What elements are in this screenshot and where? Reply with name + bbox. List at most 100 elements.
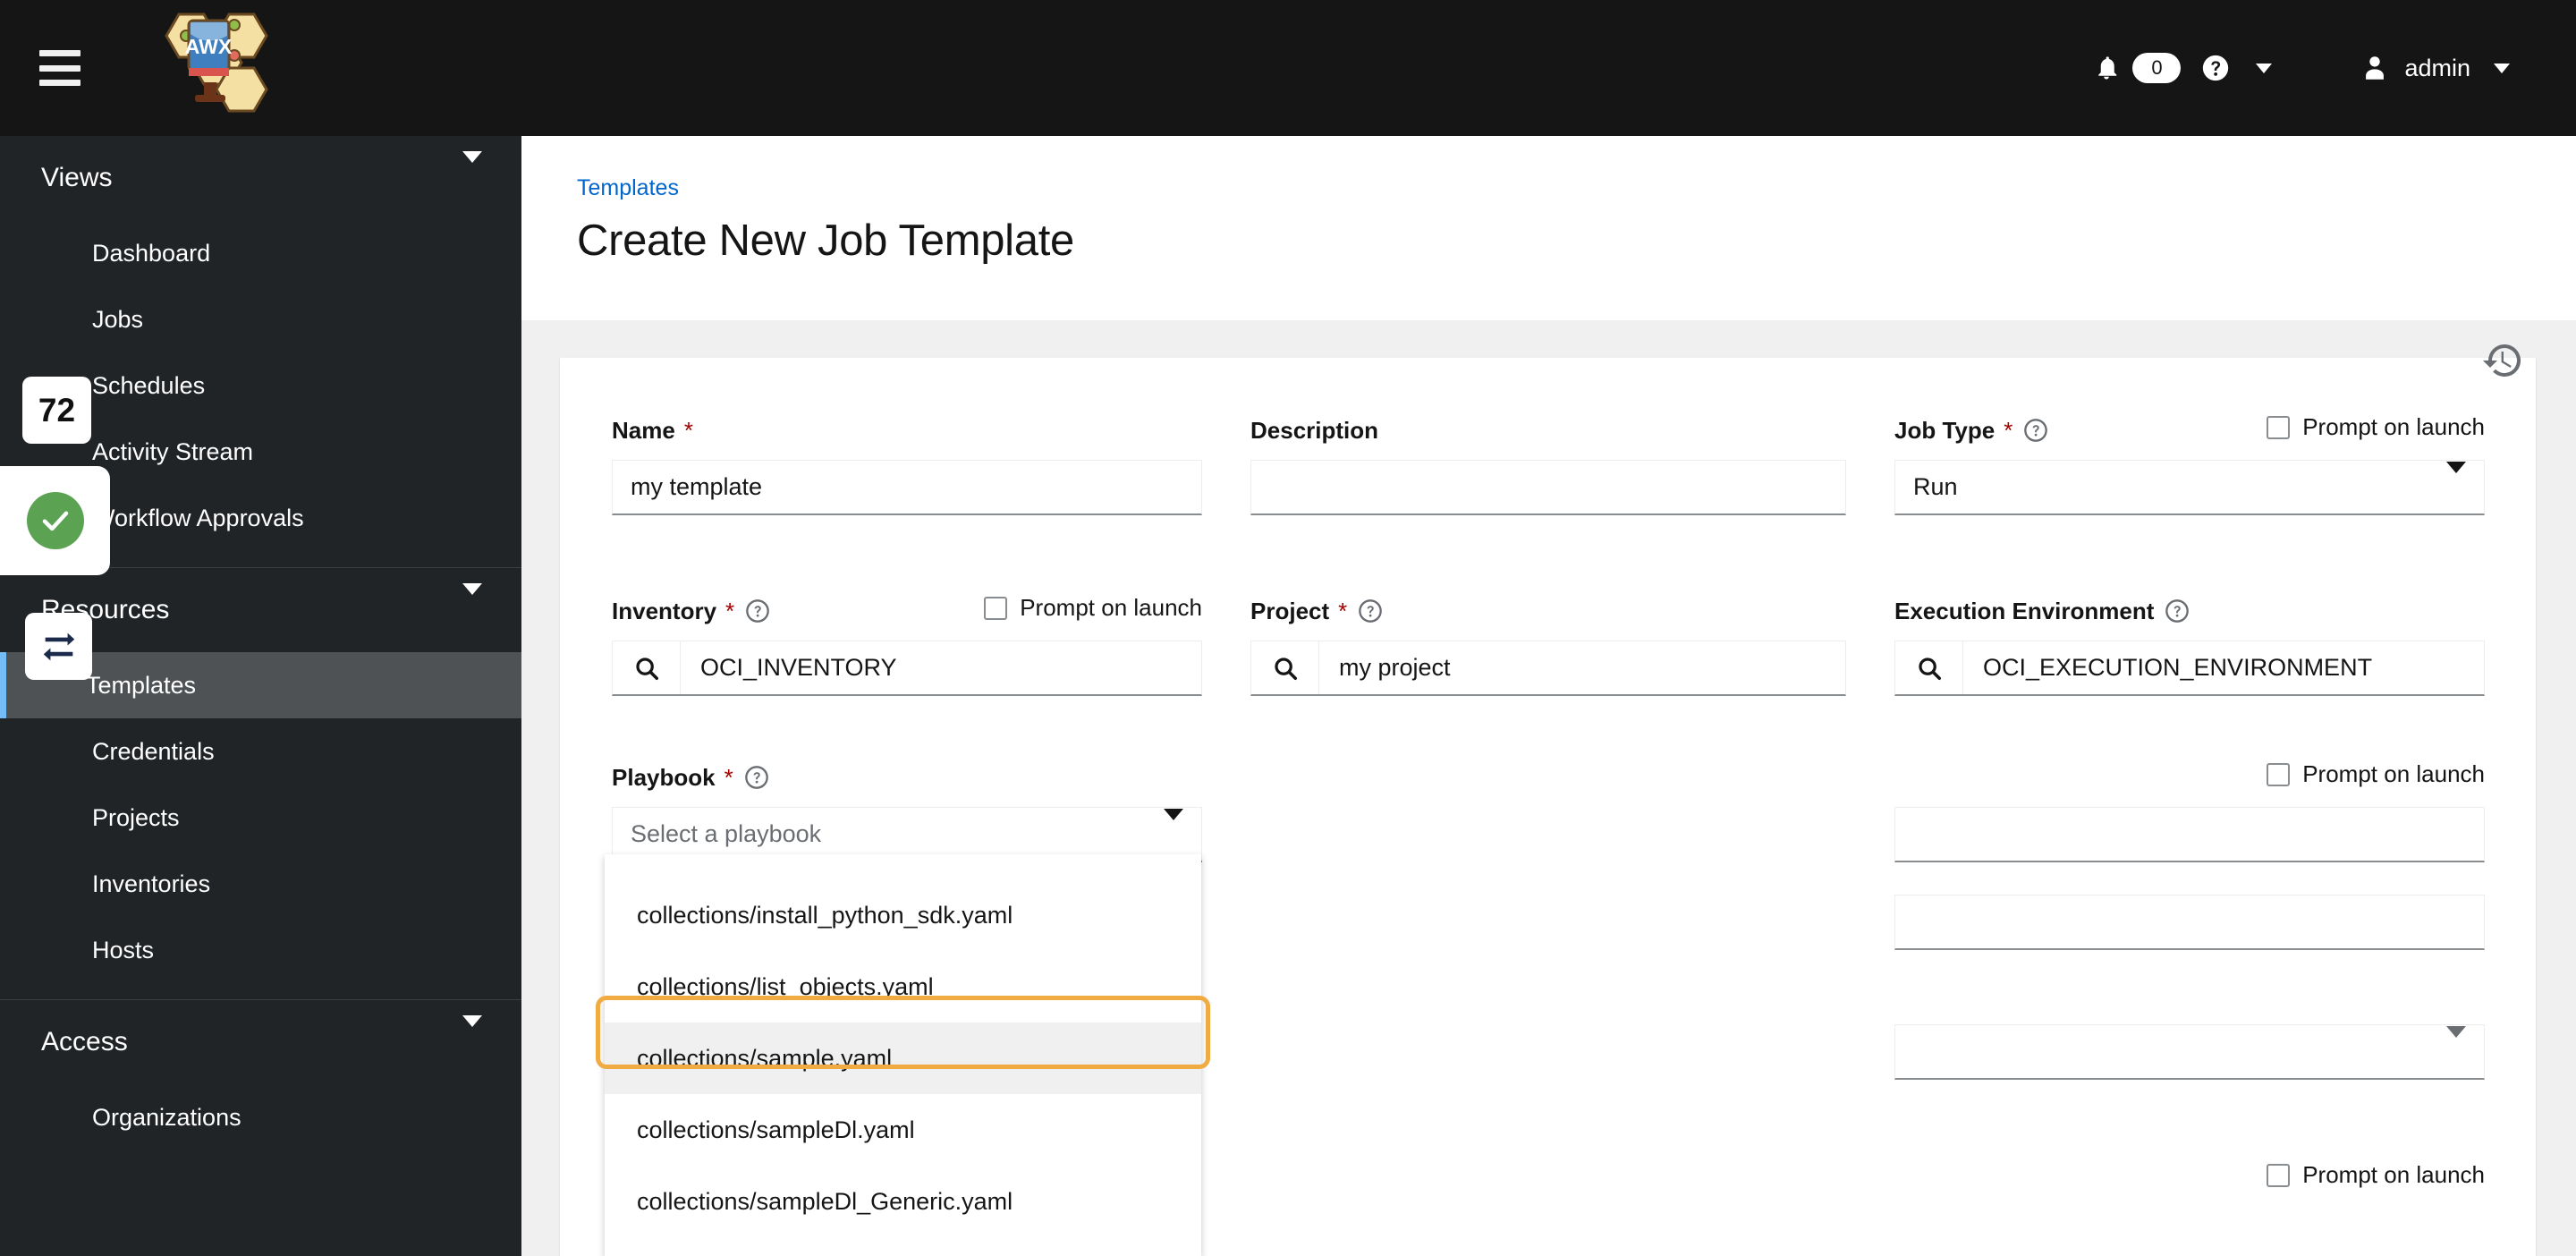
check-circle-icon <box>26 492 84 549</box>
chevron-down-icon <box>2446 462 2466 501</box>
playbook-option[interactable]: collections/install_python_sdk.yaml <box>605 879 1201 951</box>
help-button[interactable] <box>2188 0 2243 136</box>
inventory-value[interactable]: OCI_INVENTORY <box>681 641 1201 694</box>
hamburger-menu-icon[interactable] <box>39 50 80 86</box>
question-circle-icon <box>744 766 768 789</box>
job-type-value: Run <box>1913 473 1958 500</box>
help-icon[interactable] <box>744 765 769 790</box>
history-icon <box>2483 344 2521 377</box>
checkbox-icon[interactable] <box>984 596 1008 620</box>
playbook-option[interactable]: collections/sampleDl.yaml <box>605 1094 1201 1166</box>
counter-overlay-badge: 72 <box>22 377 91 444</box>
checkbox-icon[interactable] <box>2267 762 2291 786</box>
obscured-input-a[interactable] <box>1894 807 2485 862</box>
sidebar-item-jobs[interactable]: Jobs <box>0 286 521 352</box>
sidebar-item-hosts[interactable]: Hosts <box>0 917 521 983</box>
swap-arrows-icon <box>43 632 74 660</box>
checkbox-icon[interactable] <box>2267 415 2291 439</box>
breadcrumb[interactable]: Templates <box>577 175 2521 201</box>
sidebar-item-label: Templates <box>86 671 197 699</box>
prompt-on-launch-label: Prompt on launch <box>2302 760 2485 787</box>
help-dropdown-toggle[interactable] <box>2243 0 2284 136</box>
field-label: Job Type <box>1894 416 1996 444</box>
playbook-option[interactable]: collections/sampleDl_Generic.yaml <box>605 1166 1201 1237</box>
prompt-on-launch-label: Prompt on launch <box>2302 1161 2485 1188</box>
sidebar-section-access[interactable]: Access <box>0 1000 521 1084</box>
playbook-dropdown-menu[interactable]: collections/install_python_sdk.yaml coll… <box>605 854 1201 1256</box>
prompt-on-launch-label: Prompt on launch <box>1020 594 1202 621</box>
question-circle-icon <box>1359 599 1383 623</box>
question-circle-icon <box>2165 599 2190 623</box>
playbook-placeholder: Select a playbook <box>631 819 822 847</box>
playbook-option-selected[interactable]: collections/sample.yaml <box>605 1023 1201 1094</box>
job-type-prompt-on-launch[interactable]: Prompt on launch <box>2267 413 2485 441</box>
project-lookup: my project <box>1250 641 1846 696</box>
required-indicator: * <box>2004 417 2013 444</box>
field-label: Project <box>1250 597 1330 624</box>
checkbox-icon[interactable] <box>2267 1163 2291 1187</box>
revert-history-button[interactable] <box>2481 339 2524 382</box>
svg-text:AWX: AWX <box>185 35 233 58</box>
sidebar-section-views[interactable]: Views <box>0 136 521 220</box>
field-inventory: Inventory * Prompt on launch OCI_INVENTO… <box>612 594 1202 696</box>
user-menu-button[interactable]: admin <box>2347 0 2522 136</box>
field-job-type: Job Type * Prompt on launch Run <box>1894 413 2485 515</box>
bottom-prompt-on-launch[interactable]: Prompt on launch <box>2267 1161 2485 1189</box>
playbook-option[interactable]: collections/list_objects.yaml <box>605 951 1201 1023</box>
field-obscured-select <box>1894 1024 2485 1080</box>
credentials-prompt-on-launch[interactable]: Prompt on launch <box>2267 760 2485 788</box>
sidebar-item-dashboard[interactable]: Dashboard <box>0 220 521 286</box>
sidebar-item-label: Dashboard <box>92 239 211 267</box>
obscured-input-b[interactable] <box>1894 895 2485 950</box>
masthead-actions: 0 admin <box>2080 0 2522 136</box>
field-description: Description <box>1250 415 1846 515</box>
field-label: Name <box>612 416 675 444</box>
help-icon[interactable] <box>745 598 770 624</box>
chevron-down-icon <box>2256 63 2273 73</box>
chevron-down-icon <box>462 1015 482 1057</box>
page-header: Templates Create New Job Template <box>521 136 2576 320</box>
question-circle-icon <box>2024 419 2048 442</box>
chevron-down-icon <box>462 151 482 193</box>
required-indicator: * <box>1338 598 1348 624</box>
sidebar-navigation: Views Dashboard Jobs Schedules Activity … <box>0 136 521 1256</box>
help-icon[interactable] <box>2023 418 2048 443</box>
form-grid: Name * my template Description Job Type … <box>560 358 2536 1188</box>
field-obscured-b <box>1894 895 2485 950</box>
masthead: AWX 0 admin <box>0 0 2576 136</box>
execution-environment-value[interactable]: OCI_EXECUTION_ENVIRONMENT <box>1963 641 2484 694</box>
awx-logo-icon: AWX <box>165 13 268 113</box>
sidebar-item-organizations[interactable]: Organizations <box>0 1084 521 1150</box>
obscured-select[interactable] <box>1894 1024 2485 1080</box>
help-icon[interactable] <box>1358 598 1383 624</box>
project-value[interactable]: my project <box>1319 641 1845 694</box>
job-type-select[interactable]: Run <box>1894 460 2485 515</box>
description-input[interactable] <box>1250 460 1846 515</box>
sidebar-item-inventories[interactable]: Inventories <box>0 851 521 917</box>
awx-logo[interactable]: AWX <box>136 5 315 131</box>
field-label: Execution Environment <box>1894 597 2155 624</box>
chevron-down-icon <box>462 583 482 625</box>
notifications-button[interactable]: 0 <box>2080 0 2188 136</box>
project-search-button[interactable] <box>1251 641 1319 694</box>
name-input[interactable]: my template <box>612 460 1202 515</box>
sidebar-item-label: Organizations <box>92 1103 242 1131</box>
sidebar-item-label: Schedules <box>92 371 206 399</box>
inventory-prompt-on-launch[interactable]: Prompt on launch <box>984 594 1202 622</box>
name-input-value: my template <box>631 473 763 500</box>
field-name: Name * my template <box>612 415 1202 515</box>
field-execution-environment: Execution Environment OCI_EXECUTION_ENVI… <box>1894 596 2485 696</box>
inventory-search-button[interactable] <box>613 641 681 694</box>
search-icon <box>635 657 658 680</box>
sidebar-item-credentials[interactable]: Credentials <box>0 718 521 785</box>
sidebar-item-label: Hosts <box>92 936 155 963</box>
help-icon <box>2203 55 2229 81</box>
help-icon[interactable] <box>2165 598 2190 624</box>
sidebar-section-label: Views <box>41 163 113 192</box>
sidebar-item-label: Projects <box>92 803 180 831</box>
execution-environment-search-button[interactable] <box>1895 641 1963 694</box>
sidebar-item-projects[interactable]: Projects <box>0 785 521 851</box>
field-label: Playbook <box>612 763 716 791</box>
swap-overlay-badge <box>25 613 92 680</box>
required-indicator: * <box>683 417 693 444</box>
